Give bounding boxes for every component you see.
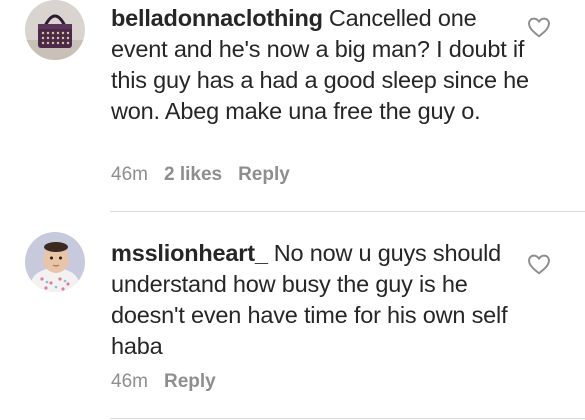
comment-divider (110, 418, 585, 419)
comment-username[interactable]: belladonnaclothing (111, 5, 323, 31)
likes-count[interactable]: 2 likes (164, 164, 222, 185)
avatar[interactable] (25, 232, 85, 292)
comment-meta: 46m 2 likes Reply (111, 164, 306, 186)
comment-timestamp: 46m (111, 164, 148, 185)
comment-item: msslionheart_ No now u guys should unders… (0, 212, 585, 420)
avatar[interactable] (25, 0, 85, 60)
comment-text-block: msslionheart_ No now u guys should unders… (111, 238, 531, 362)
reply-button[interactable]: Reply (238, 164, 290, 185)
baby-avatar-image (25, 232, 85, 292)
reply-button[interactable]: Reply (164, 371, 216, 392)
handbag-avatar-image (25, 0, 85, 60)
comment-item: belladonnaclothing Cancelled one event an… (0, 0, 585, 212)
heart-icon[interactable] (526, 251, 552, 277)
comment-text-block: belladonnaclothing Cancelled one event an… (111, 3, 531, 127)
comment-username[interactable]: msslionheart_ (111, 240, 268, 266)
comment-meta: 46m Reply (111, 371, 232, 393)
comment-timestamp: 46m (111, 371, 148, 392)
heart-icon[interactable] (526, 14, 552, 40)
